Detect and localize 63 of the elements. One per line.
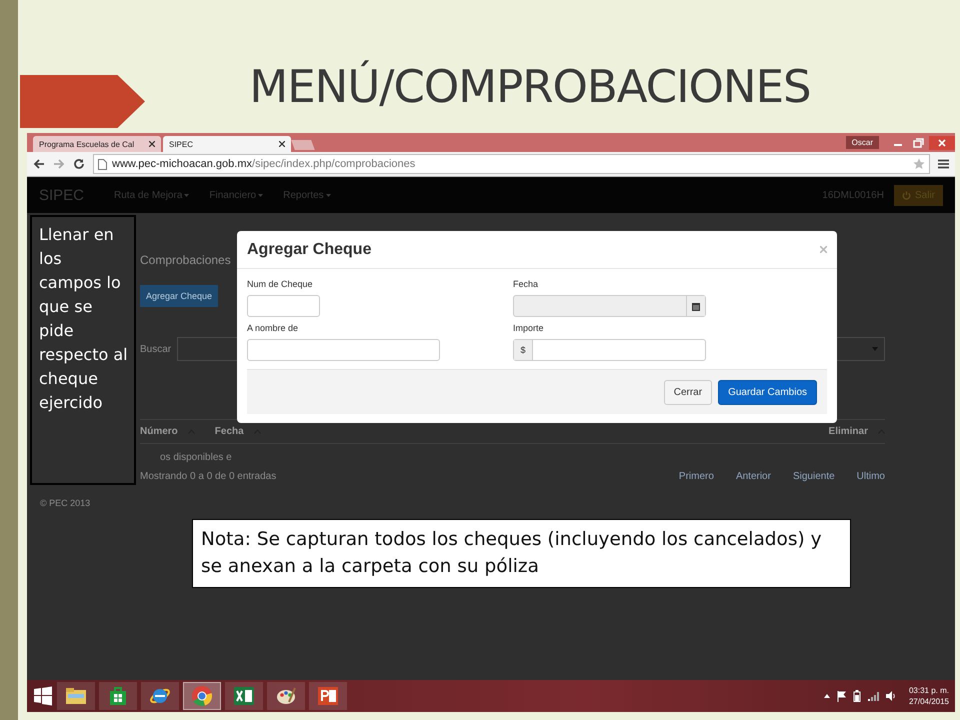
pagination-link[interactable]: Ultimo: [856, 471, 885, 482]
calendar-icon[interactable]: [692, 302, 700, 310]
field-label: A nombre de: [247, 323, 300, 333]
speaker-icon[interactable]: [886, 691, 896, 701]
pagination-link[interactable]: Primero: [678, 471, 714, 482]
input-field[interactable]: [247, 339, 440, 361]
windows-logo-icon[interactable]: [33, 686, 53, 706]
menu-icon[interactable]: [938, 159, 949, 169]
column-header[interactable]: Eliminar: [828, 426, 868, 437]
browser-tab[interactable]: SIPEC: [163, 136, 291, 152]
user-badge: Oscar: [846, 136, 879, 149]
signal-bars-icon[interactable]: [868, 692, 879, 700]
cancel-button[interactable]: Cerrar: [664, 380, 712, 404]
taskbar-app[interactable]: [141, 682, 179, 710]
empty-table-message: os disponibles e: [160, 452, 233, 463]
save-button[interactable]: Guardar Cambios: [718, 380, 817, 404]
spreadsheet-icon: [233, 686, 255, 706]
taskbar-app[interactable]: [225, 682, 263, 710]
slide-title: MENÚ/COMPROBACIONES: [249, 60, 811, 113]
currency-prefix: $: [514, 340, 533, 360]
entries-info: Mostrando 0 a 0 de 0 entradas: [140, 471, 276, 482]
pagination-link[interactable]: Anterior: [736, 471, 771, 482]
field-label: Num de Cheque: [247, 279, 314, 289]
close-icon[interactable]: [149, 141, 155, 147]
browser-tab[interactable]: Programa Escuelas de Cal: [33, 136, 161, 152]
input-field[interactable]: $: [513, 339, 706, 361]
taskbar-app[interactable]: [99, 682, 137, 710]
palette-icon: [275, 686, 297, 706]
caret-icon: [326, 194, 331, 196]
callout-text: Llenar en los campos lo que se pide respecto al cheque ejercido: [30, 215, 136, 485]
url-field[interactable]: www.pec-michoacan.gob.mx/sipec/index.php/comprobaciones: [93, 154, 930, 174]
column-header[interactable]: Fecha: [214, 426, 244, 437]
modal-title: Agregar Cheque: [247, 240, 372, 258]
field-label: Fecha: [513, 279, 540, 289]
field-label: Importe: [513, 323, 545, 333]
add-check-button[interactable]: Agregar Cheque: [140, 285, 218, 307]
star-icon[interactable]: [913, 158, 925, 170]
page-heading: Comprobaciones: [140, 253, 232, 267]
reload-icon[interactable]: [73, 158, 85, 170]
clock[interactable]: 03:31 p. m. 27/04/2015: [908, 685, 949, 707]
close-icon[interactable]: [279, 141, 285, 147]
caret-icon: [184, 194, 190, 196]
taskbar-app[interactable]: [309, 682, 347, 710]
input-field[interactable]: [247, 295, 320, 317]
pagination-link[interactable]: Siguiente: [792, 471, 835, 482]
flag-icon[interactable]: [836, 690, 846, 702]
browser-circle-icon: [191, 685, 213, 707]
battery-icon[interactable]: [852, 690, 861, 702]
taskbar-app[interactable]: [267, 682, 305, 710]
taskbar-app[interactable]: [57, 682, 95, 710]
column-header[interactable]: Número: [140, 426, 178, 437]
note-text: Nota: Se capturan todos los cheques (incluyendo los cancelados) y se anexan a la carpeta con su póliza: [192, 519, 851, 588]
footer-text: © PEC 2013: [40, 498, 90, 508]
shopping-bag-icon: [109, 686, 127, 706]
caret-up-icon[interactable]: [824, 694, 830, 698]
input-field[interactable]: [513, 295, 706, 317]
presentation-icon: [317, 686, 339, 706]
back-arrow-icon[interactable]: [33, 158, 45, 170]
caret-icon: [258, 194, 264, 196]
page-icon: [98, 158, 107, 170]
power-icon: [902, 190, 911, 200]
folder-icon: [65, 687, 87, 705]
search-label: Buscar: [140, 344, 172, 354]
